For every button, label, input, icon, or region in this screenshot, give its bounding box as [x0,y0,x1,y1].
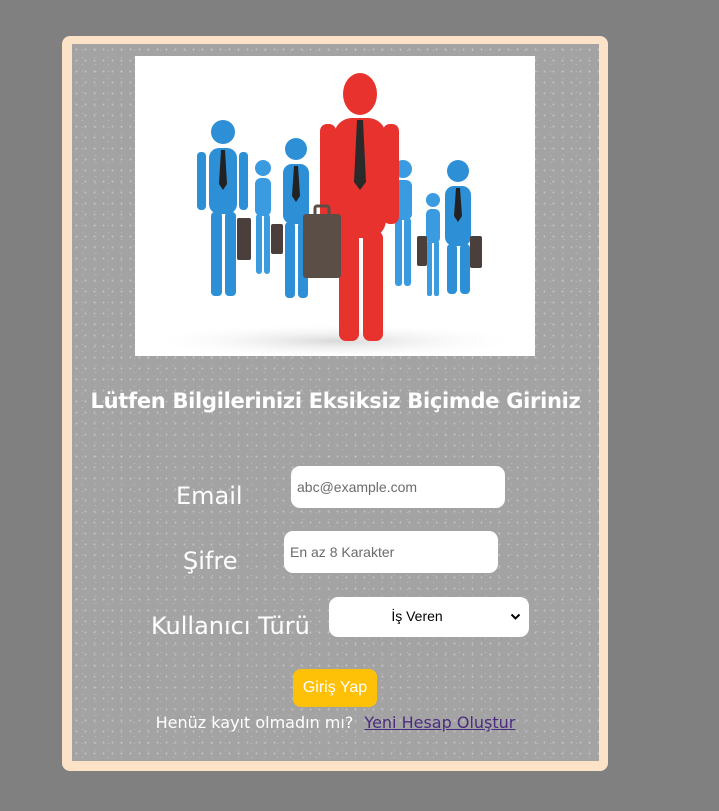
email-input[interactable] [291,466,505,508]
login-button[interactable]: Giriş Yap [293,669,377,707]
user-type-selected-value: İş Veren [391,608,443,624]
login-panel: Lütfen Bilgilerinizi Eksiksiz Biçimde Gi… [72,44,599,761]
page-title: Lütfen Bilgilerinizi Eksiksiz Biçimde Gi… [90,389,581,413]
user-type-select[interactable]: İş Veren [329,597,529,637]
signup-prompt: Henüz kayıt olmadın mı? Yeni Hesap Oluşt… [72,713,599,732]
team-leader-illustration [135,56,535,356]
login-card: Lütfen Bilgilerinizi Eksiksiz Biçimde Gi… [62,36,608,771]
password-input[interactable] [284,531,498,573]
password-label: Şifre [183,547,238,575]
email-label: Email [176,482,243,510]
no-account-text: Henüz kayıt olmadın mı? [155,713,354,732]
chevron-down-icon [510,609,521,625]
user-type-label: Kullanıcı Türü [151,612,310,640]
create-account-link[interactable]: Yeni Hesap Oluştur [364,713,515,732]
